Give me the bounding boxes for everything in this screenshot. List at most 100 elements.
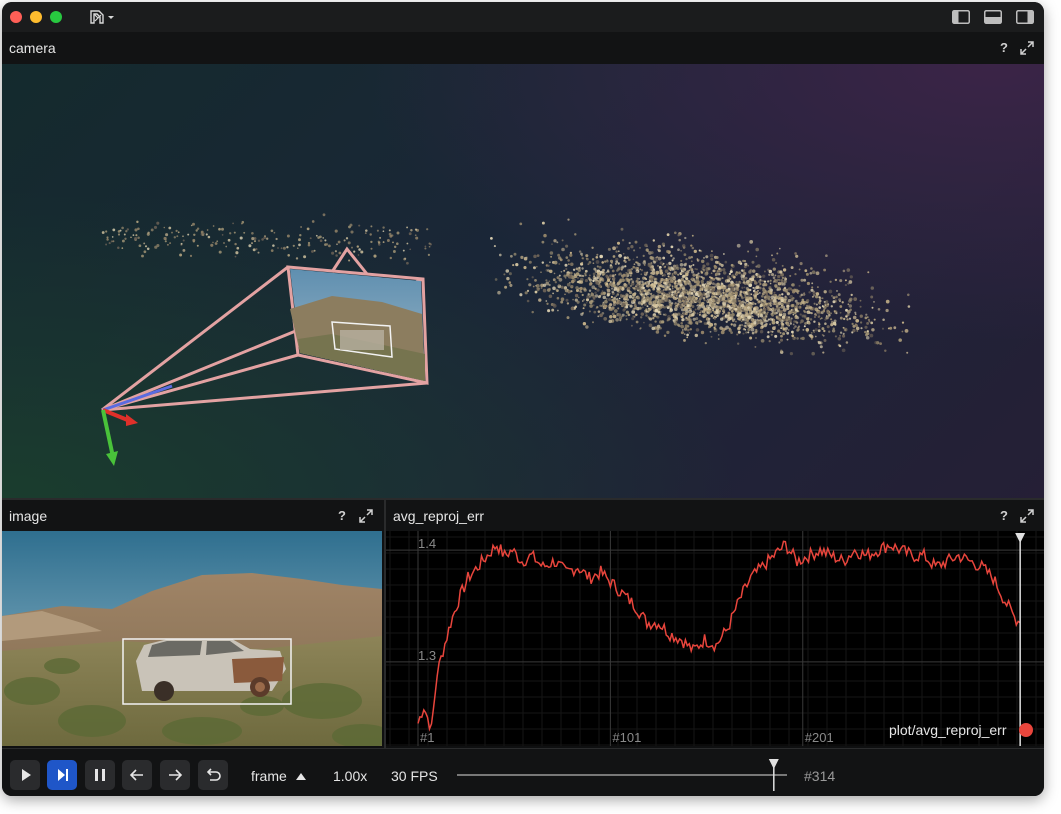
cloud-point	[786, 307, 790, 311]
previous-frame-button[interactable]	[122, 760, 152, 790]
cloud-point	[763, 270, 766, 273]
cloud-point	[638, 281, 641, 283]
expand-icon[interactable]	[358, 508, 374, 524]
cloud-point	[307, 243, 311, 247]
cloud-point	[679, 262, 684, 267]
rerun-logo-icon[interactable]	[89, 9, 117, 30]
cloud-point	[747, 315, 751, 319]
camera-3d-view[interactable]	[2, 64, 1044, 498]
cloud-point	[553, 239, 557, 243]
cloud-point	[817, 341, 821, 345]
play-button[interactable]	[10, 760, 40, 790]
cloud-point	[731, 274, 735, 278]
expand-icon[interactable]	[1019, 508, 1035, 524]
cloud-point	[710, 272, 713, 275]
plot-view[interactable]: 1.4 1.3 #1 #101 #201 plot/avg_reproj_err	[386, 531, 1044, 746]
cloud-point	[630, 324, 633, 327]
cloud-point	[597, 315, 600, 318]
step-forward-button[interactable]	[47, 760, 77, 790]
cloud-point	[324, 239, 327, 242]
cloud-point	[680, 249, 682, 252]
legend-label[interactable]: plot/avg_reproj_err	[889, 722, 1007, 738]
cloud-point	[688, 332, 691, 334]
help-button[interactable]: ?	[1000, 40, 1008, 55]
cloud-point	[560, 300, 564, 304]
right-panel-toggle-icon[interactable]	[1016, 10, 1034, 24]
cloud-point	[678, 294, 682, 298]
cloud-point	[747, 264, 749, 267]
cloud-point	[295, 257, 299, 260]
cloud-point	[813, 315, 817, 319]
cloud-point	[906, 351, 909, 354]
cloud-point	[282, 246, 286, 250]
cloud-point	[754, 330, 758, 334]
cloud-point	[567, 218, 570, 221]
scrubber-handle[interactable]	[768, 759, 779, 769]
minimize-window-button[interactable]	[30, 11, 42, 23]
cloud-point	[813, 320, 816, 323]
cloud-point	[593, 275, 595, 277]
cloud-point	[668, 291, 671, 294]
bottom-panel-toggle-icon[interactable]	[984, 10, 1002, 24]
cloud-point	[713, 291, 718, 295]
cloud-point	[136, 220, 139, 224]
cloud-point	[781, 323, 785, 326]
cloud-point	[823, 290, 827, 294]
cloud-point	[813, 331, 816, 334]
playback-speed[interactable]: 1.00x	[333, 768, 367, 784]
cloud-point	[733, 318, 736, 321]
cloud-point	[560, 297, 565, 301]
help-button[interactable]: ?	[338, 508, 346, 523]
cloud-point	[251, 242, 253, 245]
cloud-point	[650, 305, 654, 309]
close-window-button[interactable]	[10, 11, 22, 23]
timeline-selector[interactable]: frame	[251, 768, 307, 784]
cloud-point	[605, 283, 609, 287]
cloud-point	[774, 334, 778, 338]
cloud-point	[569, 253, 573, 257]
playback-fps[interactable]: 30 FPS	[391, 768, 438, 784]
cloud-point	[650, 256, 655, 261]
cloud-point	[585, 257, 588, 260]
cloud-point	[817, 325, 821, 328]
cloud-point	[787, 316, 791, 319]
image-view[interactable]	[2, 531, 382, 746]
cloud-point	[315, 234, 318, 237]
cloud-point	[685, 257, 688, 261]
cloud-point	[619, 289, 621, 291]
cloud-point	[684, 262, 688, 265]
cloud-point	[642, 282, 646, 286]
expand-icon[interactable]	[1019, 40, 1035, 56]
help-button[interactable]: ?	[1000, 508, 1008, 523]
cloud-point	[569, 263, 572, 266]
cloud-point	[552, 303, 556, 307]
cloud-point	[358, 248, 361, 251]
cloud-point	[723, 271, 727, 275]
cloud-point	[720, 263, 724, 267]
cloud-point	[248, 244, 252, 248]
cloud-point	[117, 246, 120, 250]
left-panel-toggle-icon[interactable]	[952, 10, 970, 24]
cloud-point	[201, 233, 205, 237]
cloud-point	[623, 259, 626, 262]
cloud-point	[628, 303, 630, 306]
cloud-point	[811, 286, 814, 289]
cloud-point	[755, 285, 760, 290]
frustum-image	[290, 269, 425, 381]
cloud-point	[696, 322, 699, 325]
cloud-point	[839, 311, 842, 314]
loop-button[interactable]	[198, 760, 228, 790]
cloud-point	[666, 233, 670, 237]
next-frame-button[interactable]	[160, 760, 190, 790]
cloud-point	[824, 304, 827, 307]
cloud-point	[730, 280, 734, 284]
cloud-point	[767, 331, 770, 334]
time-scrubber[interactable]	[457, 757, 797, 793]
cloud-point	[801, 298, 805, 302]
cloud-point	[615, 317, 619, 322]
legend-color-swatch[interactable]	[1019, 723, 1033, 737]
pause-button[interactable]	[85, 760, 115, 790]
cloud-point	[762, 283, 766, 287]
cloud-point	[844, 284, 847, 287]
zoom-window-button[interactable]	[50, 11, 62, 23]
